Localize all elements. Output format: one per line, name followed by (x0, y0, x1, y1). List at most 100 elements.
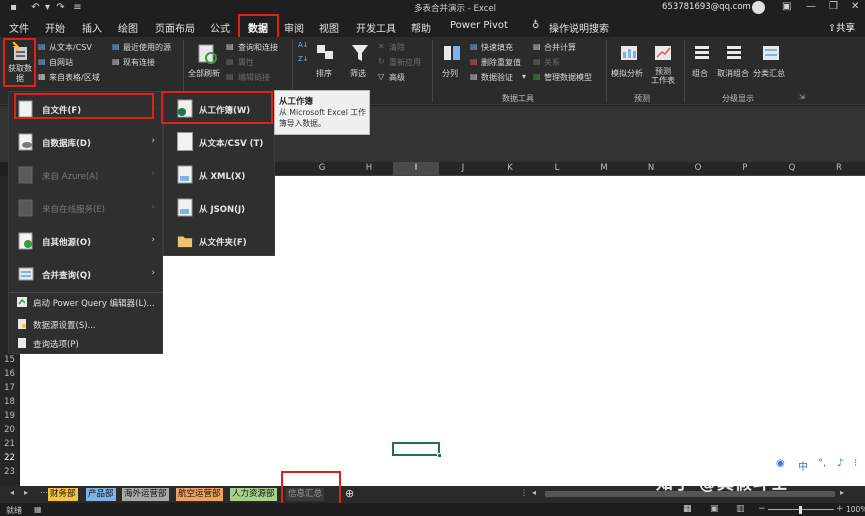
row-header[interactable]: 23 (0, 467, 19, 477)
ime-mode[interactable]: 中 (798, 458, 808, 473)
zoom-out-icon[interactable]: − (758, 504, 766, 514)
column-header-selected[interactable]: I (393, 162, 439, 175)
row-header[interactable]: 15 (0, 355, 19, 365)
sheet-tab-finance[interactable]: 财务部 (48, 488, 78, 501)
row-header[interactable]: 20 (0, 425, 19, 435)
punctuation-icon[interactable]: °, (818, 458, 826, 469)
row-header-selected[interactable]: 22 (0, 453, 19, 463)
menu-from-other-sources[interactable]: 自其他源(O) › (9, 224, 162, 258)
column-header[interactable]: R (816, 163, 862, 173)
from-web-button[interactable]: 自网站 (49, 57, 73, 68)
row-header[interactable]: 16 (0, 369, 19, 379)
refresh-all-button[interactable]: 全部刷新 (188, 41, 226, 85)
from-table-button[interactable]: 来自表格/区域 (49, 72, 100, 83)
reapply-button[interactable]: 重新应用 (389, 57, 421, 68)
ungroup-button[interactable]: 取消组合 (717, 41, 751, 85)
page-layout-view-icon[interactable]: ▣ (710, 504, 719, 514)
add-sheet-icon[interactable]: ⊕ (345, 487, 354, 500)
flash-fill-button[interactable]: 快速填充 (481, 42, 513, 53)
zoom-level[interactable]: 100% (846, 505, 865, 514)
sheet-tab-aviation[interactable]: 航空运营部 (176, 488, 223, 501)
sort-az-button[interactable]: A↓ Z↓ (298, 41, 312, 81)
sheet-tab-overseas[interactable]: 海外运营部 (122, 488, 169, 501)
column-header[interactable]: L (534, 163, 580, 173)
row-header[interactable]: 21 (0, 439, 19, 449)
sheet-tab-hr[interactable]: 人力资源部 (230, 488, 277, 501)
relationships-button[interactable]: 关系 (544, 57, 560, 68)
hscroll-right-icon[interactable]: ▸ (840, 488, 844, 497)
row-header[interactable]: 18 (0, 397, 19, 407)
normal-view-icon[interactable]: ▦ (683, 504, 692, 514)
group-button[interactable]: 组合 (690, 41, 714, 85)
existing-connections-button[interactable]: 现有连接 (123, 57, 155, 68)
menu-query-options[interactable]: 查询选项(P) (9, 334, 162, 352)
tab-help[interactable]: 帮助 (411, 20, 431, 35)
column-header[interactable]: K (487, 163, 533, 173)
tab-formulas[interactable]: 公式 (210, 20, 230, 35)
scroll-divider-icon[interactable]: ⋮ (520, 488, 528, 497)
tab-home[interactable]: 开始 (45, 20, 65, 35)
tab-review[interactable]: 审阅 (284, 20, 304, 35)
column-header[interactable]: P (722, 163, 768, 173)
menu-from-json[interactable]: 从 JSON(J) (164, 191, 274, 224)
column-header[interactable]: Q (769, 163, 815, 173)
menu-data-source-settings[interactable]: 数据源设置(S)... (9, 315, 162, 333)
subtotal-button[interactable]: 分类汇总 (753, 41, 789, 85)
row-header[interactable]: 19 (0, 411, 19, 421)
menu-combine-queries[interactable]: 合并查询(Q) › (9, 257, 162, 291)
data-validation-dropdown-icon[interactable]: ▾ (522, 72, 526, 81)
account-email[interactable]: 653781693@qq.com (662, 2, 751, 12)
sort-button[interactable]: 排序 (314, 41, 336, 85)
hscroll-left-icon[interactable]: ◂ (532, 488, 536, 497)
menu-from-azure[interactable]: 来自 Azure(A) › (9, 158, 162, 192)
voice-icon[interactable]: ♪ (837, 458, 843, 469)
tell-me-search[interactable]: 操作说明搜索 (549, 20, 609, 35)
menu-from-database[interactable]: 自数据库(D) › (9, 125, 162, 159)
recent-sources-button[interactable]: 最近使用的源 (123, 42, 171, 53)
close-icon[interactable]: ✕ (851, 1, 859, 12)
accessibility-icon[interactable]: ▦ (34, 505, 42, 514)
menu-from-text-csv[interactable]: 从文本/CSV (T) (164, 125, 274, 158)
column-header[interactable]: G (299, 163, 345, 173)
zoom-slider-thumb[interactable] (799, 506, 802, 514)
ribbon-display-icon[interactable]: ▣ (782, 1, 791, 12)
fill-handle[interactable] (437, 453, 442, 458)
tab-page-layout[interactable]: 页面布局 (155, 20, 195, 35)
sheet-tab-product[interactable]: 产品部 (86, 488, 116, 501)
from-text-csv-button[interactable]: 从文本/CSV (49, 42, 92, 53)
avatar[interactable] (752, 1, 765, 14)
manage-data-model-button[interactable]: 管理数据模型 (544, 72, 592, 83)
column-header[interactable]: N (628, 163, 674, 173)
scroll-left-icon[interactable]: ◂ (10, 488, 14, 497)
menu-from-folder[interactable]: 从文件夹(F) (164, 224, 274, 257)
properties-button[interactable]: 属性 (238, 57, 254, 68)
ime-settings-icon[interactable]: ⁝ (854, 458, 857, 469)
save-icon[interactable]: ▪ (8, 2, 19, 13)
row-header[interactable]: 17 (0, 383, 19, 393)
column-header[interactable]: O (675, 163, 721, 173)
tab-power-pivot[interactable]: Power Pivot (450, 20, 508, 31)
tab-file[interactable]: 文件 (9, 20, 29, 35)
menu-from-xml[interactable]: 从 XML(X) (164, 158, 274, 191)
undo-icon[interactable]: ↶ (30, 2, 41, 13)
column-header[interactable]: J (440, 163, 486, 173)
restore-icon[interactable]: ❐ (829, 1, 838, 12)
redo-icon[interactable]: ↷ (55, 2, 66, 13)
share-button[interactable]: ⇧共享 (828, 20, 855, 34)
tab-insert[interactable]: 插入 (82, 20, 102, 35)
column-header[interactable]: M (581, 163, 627, 173)
menu-from-online-services[interactable]: 来自在线服务(E) › (9, 191, 162, 225)
menu-launch-power-query[interactable]: 启动 Power Query 编辑器(L)... (9, 293, 162, 311)
consolidate-button[interactable]: 合并计算 (544, 42, 576, 53)
page-break-view-icon[interactable]: ▥ (736, 504, 745, 514)
remove-duplicates-button[interactable]: 删除重复值 (481, 57, 521, 68)
dialog-launcher-icon[interactable]: ⇲ (799, 93, 805, 101)
active-cell[interactable] (392, 442, 442, 458)
split-columns-button[interactable]: 分列 (440, 41, 464, 85)
ime-logo-icon[interactable]: ◉ (776, 458, 785, 469)
queries-connections-button[interactable]: 查询和连接 (238, 42, 278, 53)
tab-developer[interactable]: 开发工具 (356, 20, 396, 35)
data-validation-button[interactable]: 数据验证 (481, 72, 513, 83)
column-header[interactable]: H (346, 163, 392, 173)
tab-draw[interactable]: 绘图 (118, 20, 138, 35)
